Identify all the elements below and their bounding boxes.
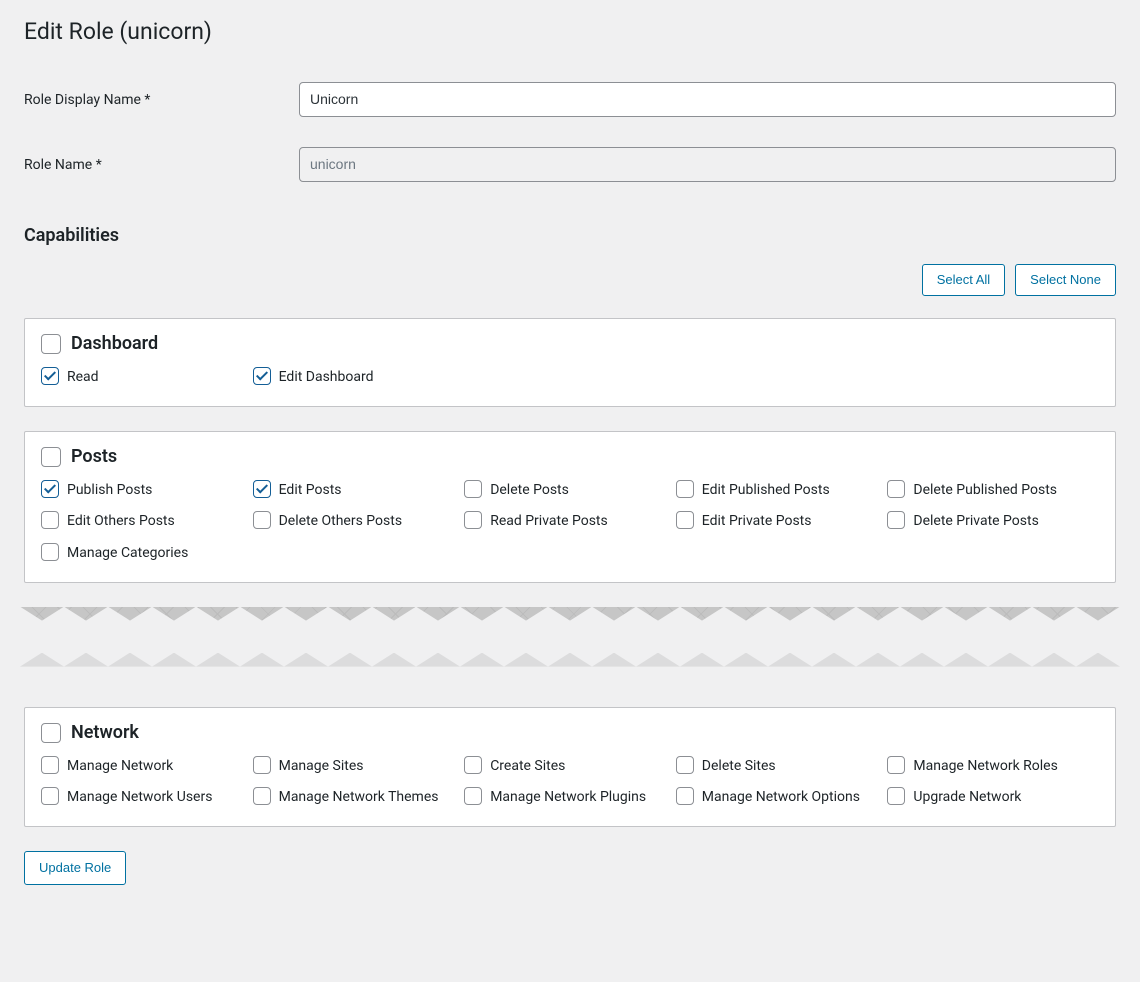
group-title: Posts: [71, 446, 117, 467]
cap-checkbox[interactable]: [887, 480, 905, 498]
role-name-input[interactable]: [299, 147, 1116, 182]
group-title: Dashboard: [71, 333, 158, 354]
cap-label: Read: [67, 366, 99, 388]
cap-checkbox[interactable]: [464, 787, 482, 805]
cap-label: Edit Posts: [279, 479, 342, 501]
cap-checkbox[interactable]: [253, 480, 271, 498]
select-all-button[interactable]: Select All: [922, 264, 1005, 296]
cap-checkbox[interactable]: [464, 511, 482, 529]
cap-checkbox[interactable]: [253, 756, 271, 774]
cap-checkbox[interactable]: [41, 756, 59, 774]
page-title: Edit Role (unicorn): [24, 0, 1116, 67]
cap-label: Edit Others Posts: [67, 510, 175, 532]
cap-label: Manage Network Themes: [279, 786, 439, 808]
cap-label: Manage Network: [67, 755, 173, 777]
cap-label: Delete Others Posts: [279, 510, 402, 532]
cap-group-posts: Posts Publish Posts Edit Posts Delete Po…: [24, 431, 1116, 583]
cap-label: Manage Network Users: [67, 786, 212, 808]
cap-checkbox[interactable]: [41, 367, 59, 385]
cap-checkbox[interactable]: [676, 480, 694, 498]
cap-checkbox[interactable]: [41, 787, 59, 805]
cap-label: Delete Sites: [702, 755, 776, 777]
cap-checkbox[interactable]: [253, 367, 271, 385]
cap-checkbox[interactable]: [464, 480, 482, 498]
cap-label: Upgrade Network: [913, 786, 1021, 808]
select-none-button[interactable]: Select None: [1015, 264, 1116, 296]
group-checkbox-dashboard[interactable]: [41, 334, 61, 354]
cap-label: Manage Network Plugins: [490, 786, 646, 808]
cap-group-network: Network Manage Network Manage Sites Crea…: [24, 707, 1116, 827]
cap-checkbox[interactable]: [676, 756, 694, 774]
cap-group-dashboard: Dashboard Read Edit Dashboard: [24, 318, 1116, 407]
cap-checkbox[interactable]: [41, 511, 59, 529]
cap-label: Edit Dashboard: [279, 366, 374, 388]
torn-edge-divider: [24, 607, 1116, 667]
role-display-name-input[interactable]: [299, 82, 1116, 117]
cap-label: Edit Published Posts: [702, 479, 830, 501]
capabilities-heading: Capabilities: [24, 225, 1116, 246]
cap-label: Delete Private Posts: [913, 510, 1038, 532]
update-role-button[interactable]: Update Role: [24, 851, 126, 885]
group-title: Network: [71, 722, 139, 743]
cap-label: Manage Network Options: [702, 786, 860, 808]
display-name-label: Role Display Name *: [24, 67, 299, 132]
cap-checkbox[interactable]: [464, 756, 482, 774]
cap-checkbox[interactable]: [887, 511, 905, 529]
cap-label: Read Private Posts: [490, 510, 608, 532]
cap-checkbox[interactable]: [41, 480, 59, 498]
group-checkbox-posts[interactable]: [41, 447, 61, 467]
cap-label: Delete Posts: [490, 479, 569, 501]
cap-label: Manage Sites: [279, 755, 364, 777]
cap-checkbox[interactable]: [676, 787, 694, 805]
role-name-label: Role Name *: [24, 132, 299, 197]
cap-label: Delete Published Posts: [913, 479, 1057, 501]
cap-label: Manage Categories: [67, 542, 188, 564]
cap-label: Create Sites: [490, 755, 565, 777]
cap-label: Publish Posts: [67, 479, 152, 501]
cap-checkbox[interactable]: [887, 756, 905, 774]
cap-checkbox[interactable]: [887, 787, 905, 805]
cap-checkbox[interactable]: [253, 511, 271, 529]
group-checkbox-network[interactable]: [41, 723, 61, 743]
cap-label: Manage Network Roles: [913, 755, 1057, 777]
cap-checkbox[interactable]: [676, 511, 694, 529]
cap-checkbox[interactable]: [253, 787, 271, 805]
cap-checkbox[interactable]: [41, 543, 59, 561]
cap-label: Edit Private Posts: [702, 510, 812, 532]
